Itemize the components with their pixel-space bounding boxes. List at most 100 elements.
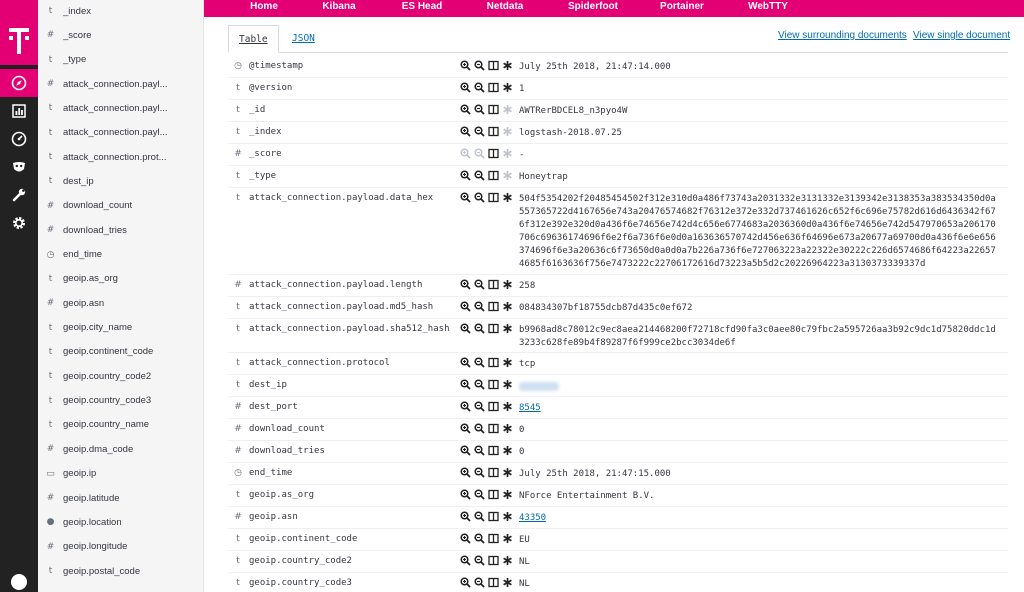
filter-for-value-icon[interactable]	[460, 60, 472, 72]
filter-exists-icon[interactable]	[502, 401, 514, 413]
filter-exists-icon[interactable]	[502, 467, 514, 479]
filter-for-value-icon[interactable]	[460, 511, 472, 523]
nav-netdata[interactable]: Netdata	[487, 1, 524, 12]
play-icon[interactable]	[11, 574, 27, 590]
filter-exists-icon[interactable]	[502, 192, 514, 204]
nav-es-head[interactable]: ES Head	[402, 1, 443, 12]
filter-for-value-icon[interactable]	[460, 279, 472, 291]
filter-exists-icon[interactable]	[502, 60, 514, 72]
filter-exists-icon[interactable]	[502, 323, 514, 335]
field-list-item[interactable]: t _index	[38, 1, 203, 21]
filter-for-value-icon[interactable]	[460, 533, 472, 545]
field-list-item[interactable]: # geoip.latitude	[38, 488, 203, 508]
toggle-column-icon[interactable]	[488, 301, 500, 313]
filter-exists-icon[interactable]	[502, 533, 514, 545]
filter-out-value-icon[interactable]	[474, 467, 486, 479]
filter-exists-icon[interactable]	[502, 489, 514, 501]
filter-out-value-icon[interactable]	[474, 357, 486, 369]
toggle-column-icon[interactable]	[488, 379, 500, 391]
field-list-item[interactable]: t geoip.country_code2	[38, 366, 203, 386]
field-list-item[interactable]: # _score	[38, 25, 203, 45]
nav-home[interactable]: Home	[250, 1, 278, 12]
view-surrounding-documents-link[interactable]: View surrounding documents	[778, 30, 907, 41]
field-list-item[interactable]: t geoip.postal_code	[38, 561, 203, 581]
toggle-column-icon[interactable]	[488, 192, 500, 204]
filter-for-value-icon[interactable]	[460, 357, 472, 369]
filter-exists-icon[interactable]	[502, 511, 514, 523]
filter-exists-icon[interactable]	[502, 148, 514, 160]
filter-for-value-icon[interactable]	[460, 379, 472, 391]
filter-for-value-icon[interactable]	[460, 301, 472, 313]
tab-table[interactable]: Table	[228, 25, 279, 53]
field-list-item[interactable]: ▭ geoip.ip	[38, 464, 203, 484]
field-list-item[interactable]: t attack_connection.payl...	[38, 98, 203, 118]
filter-for-value-icon[interactable]	[460, 126, 472, 138]
nav-spiderfoot[interactable]: Spiderfoot	[568, 1, 618, 12]
filter-for-value-icon[interactable]	[460, 489, 472, 501]
filter-out-value-icon[interactable]	[474, 126, 486, 138]
filter-out-value-icon[interactable]	[474, 104, 486, 116]
toggle-column-icon[interactable]	[488, 467, 500, 479]
filter-out-value-icon[interactable]	[474, 170, 486, 182]
toggle-column-icon[interactable]	[488, 401, 500, 413]
filter-out-value-icon[interactable]	[474, 148, 486, 160]
filter-exists-icon[interactable]	[502, 301, 514, 313]
field-list-item[interactable]: t geoip.continent_code	[38, 342, 203, 362]
toggle-column-icon[interactable]	[488, 511, 500, 523]
filter-out-value-icon[interactable]	[474, 379, 486, 391]
doc-field-value[interactable]: 43350	[519, 512, 999, 525]
toggle-column-icon[interactable]	[488, 82, 500, 94]
filter-for-value-icon[interactable]	[460, 577, 472, 589]
field-list-item[interactable]: t dest_ip	[38, 171, 203, 191]
toggle-column-icon[interactable]	[488, 148, 500, 160]
field-list-item[interactable]: t attack_connection.payl...	[38, 123, 203, 143]
management-nav-item[interactable]	[0, 209, 38, 237]
filter-out-value-icon[interactable]	[474, 577, 486, 589]
field-list-item[interactable]: # geoip.asn	[38, 293, 203, 313]
filter-exists-icon[interactable]	[502, 82, 514, 94]
dashboard-nav-item[interactable]	[0, 125, 38, 153]
field-list-item[interactable]: # attack_connection.payl...	[38, 74, 203, 94]
filter-out-value-icon[interactable]	[474, 423, 486, 435]
field-list-item[interactable]: # geoip.dma_code	[38, 439, 203, 459]
filter-out-value-icon[interactable]	[474, 445, 486, 457]
filter-for-value-icon[interactable]	[460, 148, 472, 160]
toggle-column-icon[interactable]	[488, 533, 500, 545]
dev-tools-nav-item[interactable]	[0, 181, 38, 209]
toggle-column-icon[interactable]	[488, 445, 500, 457]
toggle-column-icon[interactable]	[488, 555, 500, 567]
view-single-document-link[interactable]: View single document	[913, 30, 1010, 41]
filter-exists-icon[interactable]	[502, 357, 514, 369]
discover-nav-item[interactable]	[0, 69, 38, 97]
filter-exists-icon[interactable]	[502, 577, 514, 589]
filter-for-value-icon[interactable]	[460, 192, 472, 204]
field-list-item[interactable]: # download_tries	[38, 220, 203, 240]
filter-exists-icon[interactable]	[502, 170, 514, 182]
toggle-column-icon[interactable]	[488, 60, 500, 72]
filter-out-value-icon[interactable]	[474, 533, 486, 545]
filter-out-value-icon[interactable]	[474, 489, 486, 501]
filter-for-value-icon[interactable]	[460, 323, 472, 335]
toggle-column-icon[interactable]	[488, 423, 500, 435]
filter-out-value-icon[interactable]	[474, 323, 486, 335]
filter-exists-icon[interactable]	[502, 445, 514, 457]
filter-exists-icon[interactable]	[502, 126, 514, 138]
telekom-t-icon[interactable]	[0, 17, 38, 65]
field-list-item[interactable]: t geoip.as_org	[38, 269, 203, 289]
field-list-item[interactable]: # download_count	[38, 196, 203, 216]
field-list-item[interactable]: t geoip.country_name	[38, 415, 203, 435]
filter-exists-icon[interactable]	[502, 423, 514, 435]
filter-for-value-icon[interactable]	[460, 104, 472, 116]
filter-exists-icon[interactable]	[502, 104, 514, 116]
doc-field-value[interactable]: 8545	[519, 402, 999, 415]
filter-out-value-icon[interactable]	[474, 60, 486, 72]
toggle-column-icon[interactable]	[488, 577, 500, 589]
nav-webtty[interactable]: WebTTY	[748, 1, 788, 12]
visualize-nav-item[interactable]	[0, 97, 38, 125]
field-list-item[interactable]: t attack_connection.prot...	[38, 147, 203, 167]
toggle-column-icon[interactable]	[488, 489, 500, 501]
filter-out-value-icon[interactable]	[474, 279, 486, 291]
filter-exists-icon[interactable]	[502, 555, 514, 567]
filter-exists-icon[interactable]	[502, 379, 514, 391]
field-list-item[interactable]: t geoip.city_name	[38, 318, 203, 338]
